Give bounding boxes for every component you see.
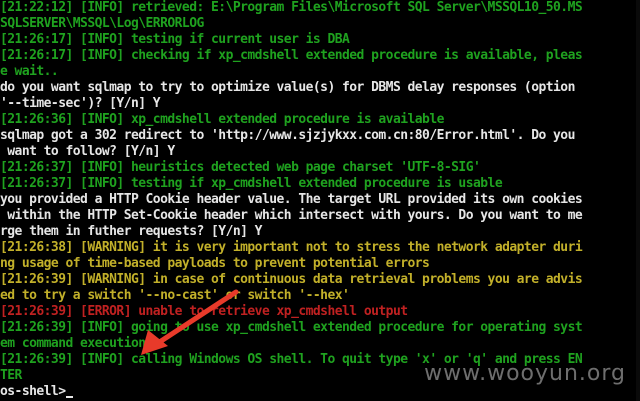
console-line: [21:26:38] [WARNING] it is very importan…	[0, 240, 583, 255]
console-line: ng usage of time-based payloads to preve…	[0, 256, 430, 271]
console-line: [21:26:17] [INFO] testing if current use…	[0, 32, 350, 47]
console-line: SQLSERVER\MSSQL\Log\ERRORLOG	[0, 16, 204, 31]
console-line: e wait..	[0, 64, 59, 79]
console-line: ed to try a switch '--no-cast' or switch…	[0, 288, 350, 303]
text-cursor	[65, 396, 73, 398]
console-line: within the HTTP Set-Cookie header which …	[0, 208, 583, 223]
console-line: [21:26:36] [INFO] xp_cmdshell extended p…	[0, 112, 444, 127]
console-line: em command execution	[0, 336, 146, 351]
console-line: [21:26:39] [INFO] going to use xp_cmdshe…	[0, 320, 583, 335]
console-line: do you want sqlmap to try to optimize va…	[0, 80, 575, 95]
console-line: want to follow? [Y/n] Y	[0, 144, 175, 159]
shell-prompt[interactable]: os-shell>	[0, 384, 582, 400]
terminal-window[interactable]: [21:22:12] [INFO] retrieved: E:\Program …	[0, 0, 640, 401]
console-line: [21:26:17] [INFO] checking if xp_cmdshel…	[0, 48, 583, 63]
console-line: [21:26:37] [INFO] heuristics detected we…	[0, 160, 481, 175]
console-line: '--time-sec')? [Y/n] Y	[0, 96, 161, 111]
console-line: [21:26:39] [WARNING] in case of continuo…	[0, 272, 583, 287]
scrollbar[interactable]	[636, 0, 640, 401]
console-line: [21:26:37] [INFO] testing if xp_cmdshell…	[0, 176, 503, 191]
console-output: [21:22:12] [INFO] retrieved: E:\Program …	[0, 0, 583, 400]
console-line: rge them in futher requests? [Y/n] Y	[0, 224, 263, 239]
watermark: www.wooyun.org	[424, 361, 626, 386]
console-line: [21:22:12] [INFO] retrieved: E:\Program …	[0, 0, 583, 15]
console-line: sqlmap got a 302 redirect to 'http://www…	[0, 128, 575, 143]
console-line: [21:26:39] [ERROR] unable to retrieve xp…	[0, 304, 408, 319]
console-line: you provided a HTTP Cookie header value.…	[0, 192, 583, 207]
